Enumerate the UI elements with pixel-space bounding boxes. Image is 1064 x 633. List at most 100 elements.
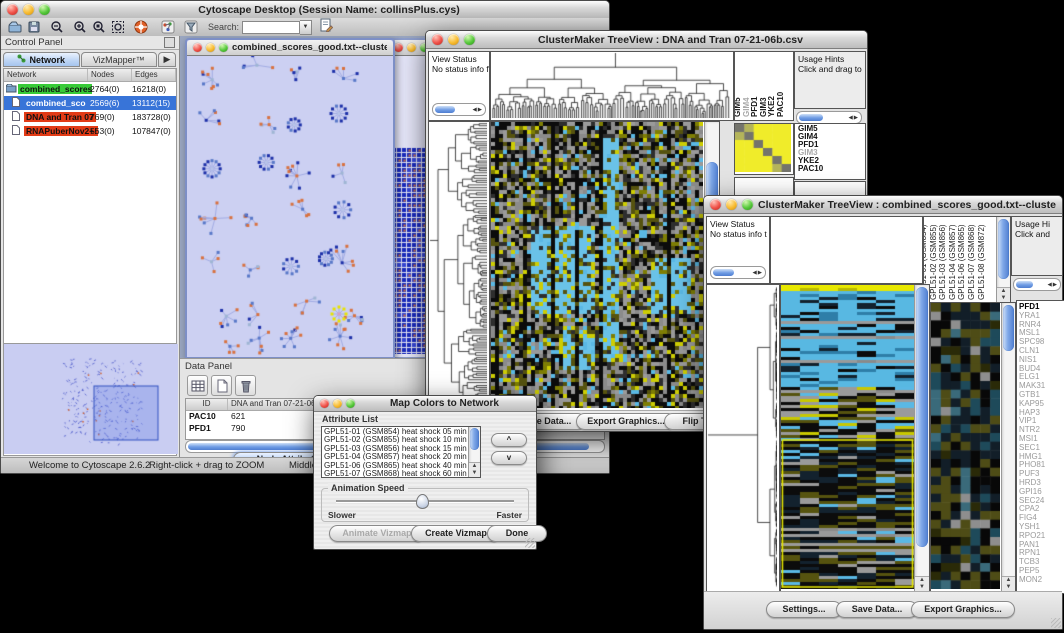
float-panel-icon[interactable] <box>164 37 175 48</box>
view-status-title: View Status <box>707 217 769 229</box>
global-heatmap[interactable]: ▲▼ <box>780 284 930 592</box>
birdseye-view[interactable] <box>4 343 176 455</box>
zoom-button[interactable] <box>346 399 355 408</box>
speed-slider-thumb[interactable] <box>416 494 429 509</box>
row-dendrogram[interactable] <box>428 121 490 411</box>
close-button[interactable] <box>710 199 721 210</box>
heatmap-vscrollbar[interactable]: ▲▼ <box>914 285 929 591</box>
scroll-thumb[interactable] <box>916 287 928 547</box>
save-data--button[interactable]: Save Data... <box>836 601 918 618</box>
usage-hints-scrollbar[interactable]: ◀▶ <box>1013 278 1061 291</box>
zoom-selected-icon[interactable] <box>91 20 106 35</box>
view-status-scrollbar[interactable]: ◀▶ <box>710 266 766 279</box>
annotate-document-icon[interactable] <box>318 17 333 32</box>
save-disk-icon[interactable] <box>26 20 41 35</box>
resize-grip[interactable] <box>1051 618 1061 628</box>
move-up-button[interactable]: ^ <box>491 433 527 447</box>
frame-minimize-button[interactable] <box>206 43 215 52</box>
attribute-list-item[interactable]: GPL51-07 (GSM868) heat shock 60 min <box>324 470 478 478</box>
zoom-column-label: GPL51-03 (GSM856) <box>938 224 947 300</box>
column-header[interactable]: Edges <box>132 69 176 81</box>
usage-hints-panel: Usage Hints Click and drag to <box>794 51 866 109</box>
view-status-panel: View Status No status info t ◀▶ <box>706 216 770 284</box>
zoom-fit-icon[interactable] <box>110 20 125 35</box>
scroll-thumb[interactable] <box>799 114 823 121</box>
zoom-vscrollbar[interactable]: ▲▼ <box>1001 303 1015 591</box>
minimize-button[interactable] <box>23 4 34 15</box>
minimize-button[interactable] <box>448 34 459 45</box>
new-document-button[interactable] <box>211 375 232 396</box>
zoom-out-icon[interactable] <box>49 20 64 35</box>
done-button[interactable]: Done <box>487 525 547 542</box>
edges-count: 107847(0) <box>132 126 171 136</box>
tab--[interactable]: ▶ <box>158 52 176 67</box>
attribute-list[interactable]: GPL51-01 (GSM854) heat shock 05 minGPL51… <box>321 426 481 478</box>
frame-close-button[interactable] <box>394 43 403 52</box>
zoom-button[interactable] <box>464 34 475 45</box>
network-table-row[interactable]: combined_scores2764(0)16218(0) <box>4 82 176 96</box>
close-button[interactable] <box>7 4 18 15</box>
treeview1-titlebar[interactable]: ClusterMaker TreeView : DNA and Tran 07-… <box>426 31 867 49</box>
edges-count: 13112(15) <box>132 98 170 108</box>
zoom-heatmap[interactable] <box>734 123 794 175</box>
usage-hints-text: Click and <box>1012 229 1062 241</box>
frame-minimize-button[interactable] <box>407 43 416 52</box>
global-heatmap[interactable]: ▲▼ <box>490 121 720 411</box>
network-graph-view[interactable] <box>187 56 389 356</box>
map-colors-dialog: Map Colors to Network Attribute List GPL… <box>313 395 537 550</box>
trash-button[interactable] <box>235 375 256 396</box>
scroll-thumb[interactable] <box>470 428 479 450</box>
minimize-button[interactable] <box>726 199 737 210</box>
settings--button[interactable]: Settings... <box>766 601 842 618</box>
frame-zoom-button[interactable] <box>219 43 228 52</box>
minimize-button[interactable] <box>333 399 342 408</box>
scroll-thumb[interactable] <box>1003 305 1014 351</box>
network-tab-icon <box>17 54 26 65</box>
search-dropdown-icon[interactable]: ▼ <box>300 20 312 35</box>
scroll-thumb[interactable] <box>713 269 734 276</box>
attribute-list-scrollbar[interactable]: ▲▼ <box>468 427 480 477</box>
usage-hints-panel: Usage Hi Click and <box>1011 216 1063 276</box>
network-table-row[interactable]: DNA and Tran 07769(0)183728(0) <box>4 110 176 124</box>
column-header[interactable]: Network <box>4 69 88 81</box>
tab-vizmapper-[interactable]: VizMapper™ <box>81 52 158 67</box>
row-dendrogram[interactable] <box>706 284 780 592</box>
network-table-row[interactable]: RNAPuberNov2+!563(0)107847(0) <box>4 124 176 138</box>
view-status-scrollbar[interactable]: ◀▶ <box>432 103 486 116</box>
tab-network[interactable]: Network <box>3 52 80 67</box>
animation-speed-label: Animation Speed <box>328 483 408 493</box>
control-panel: Control Panel NetworkVizMapper™▶ Network… <box>1 36 180 458</box>
attribute-grid-button[interactable] <box>187 375 208 396</box>
frame-close-button[interactable] <box>193 43 202 52</box>
export-graphics--button[interactable]: Export Graphics... <box>576 413 676 430</box>
resize-grip[interactable] <box>525 538 535 548</box>
export-graphics--button[interactable]: Export Graphics... <box>911 601 1015 618</box>
column-header[interactable]: Nodes <box>88 69 132 81</box>
help-lifering-icon[interactable] <box>133 20 148 35</box>
zoom-button[interactable] <box>39 4 50 15</box>
zoom-column-labels: GPL51-01 (GSM854)GPL51-02 (GSM855)GPL51-… <box>923 216 1011 303</box>
zoom-button[interactable] <box>742 199 753 210</box>
dialog-titlebar[interactable]: Map Colors to Network <box>314 396 536 412</box>
network-overview-icon[interactable] <box>160 20 175 35</box>
column-dendrogram[interactable] <box>490 51 734 121</box>
scroll-thumb[interactable] <box>435 106 455 113</box>
open-folder-icon[interactable] <box>7 20 22 35</box>
column-labels-scrollbar[interactable]: ▲▼ <box>996 217 1010 302</box>
scroll-thumb[interactable] <box>1016 281 1033 288</box>
zoom-heatmap[interactable]: ▲▼ <box>930 302 1016 592</box>
network-table-row[interactable]: combined_sco2569(6)13112(15) <box>4 96 176 110</box>
treeview2-titlebar[interactable]: ClusterMaker TreeView : combined_scores_… <box>704 196 1062 214</box>
column-dendrogram[interactable] <box>770 216 923 284</box>
filter-funnel-icon[interactable] <box>183 20 198 35</box>
search-input[interactable] <box>242 21 300 34</box>
zoom-in-icon[interactable] <box>72 20 87 35</box>
scroll-thumb[interactable] <box>998 219 1009 279</box>
cytoscape-titlebar[interactable]: Cytoscape Desktop (Session Name: collins… <box>1 1 609 19</box>
slower-label: Slower <box>328 510 356 520</box>
close-button[interactable] <box>320 399 329 408</box>
close-button[interactable] <box>432 34 443 45</box>
column-header[interactable]: ID <box>186 399 228 410</box>
move-down-button[interactable]: v <box>491 451 527 465</box>
row-id: PFD1 <box>186 423 228 435</box>
